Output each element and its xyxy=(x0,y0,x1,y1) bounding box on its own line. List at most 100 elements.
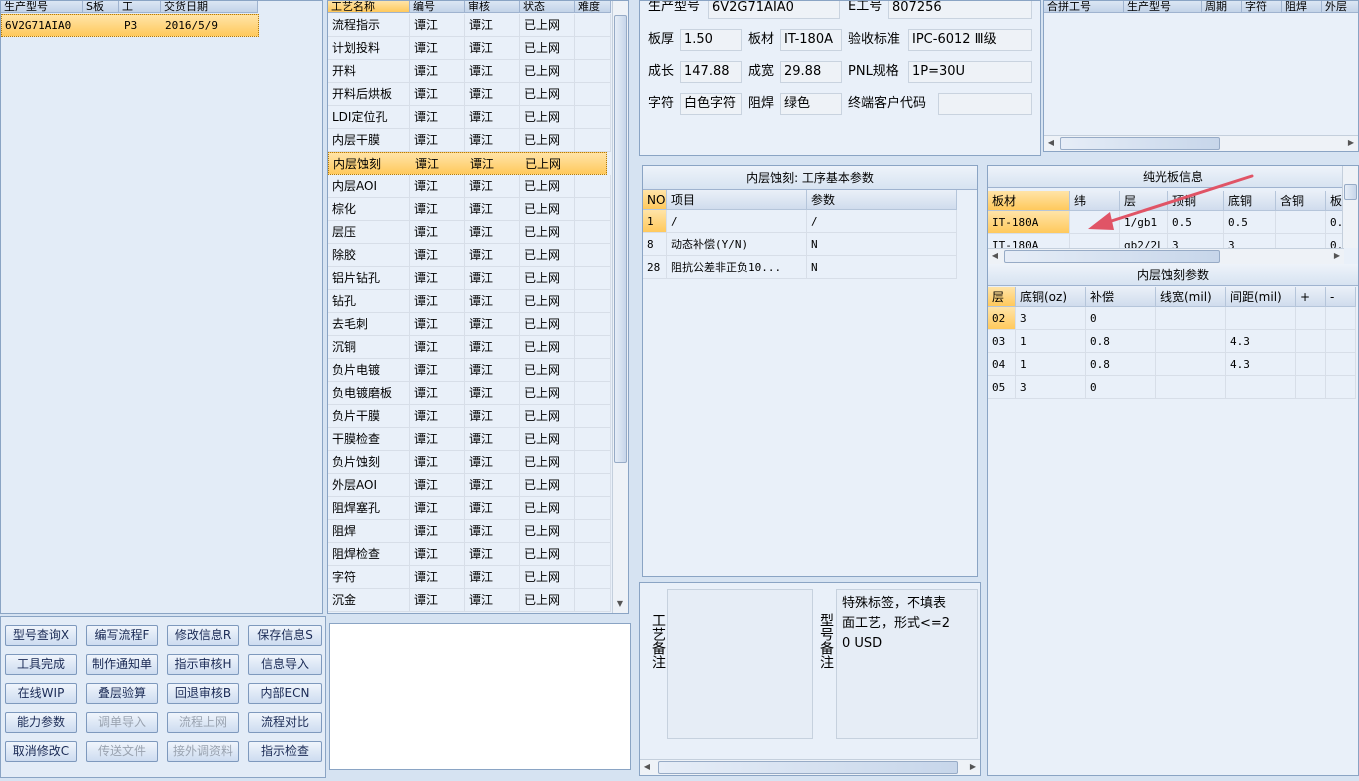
params-grid-cell[interactable]: 1 xyxy=(643,210,667,233)
params-grid-cell[interactable]: N xyxy=(807,256,957,279)
bare-grid-cell[interactable]: gb2/2L xyxy=(1120,234,1168,249)
action-button[interactable]: 指示审核H xyxy=(167,654,239,675)
merge-hscrollbar[interactable]: ◀ ▶ xyxy=(1044,135,1358,151)
bare-scroll-thumb[interactable] xyxy=(1344,184,1357,200)
order-row[interactable]: 6V2G71AIA0 P3 2016/5/9 xyxy=(1,14,259,37)
order-header-model[interactable]: 生产型号 xyxy=(1,1,83,13)
action-button[interactable]: 流程上网 xyxy=(167,712,239,733)
scroll-down-icon[interactable]: ▼ xyxy=(613,597,627,611)
process-row[interactable]: 外层AOI 谭江 谭江 已上网 xyxy=(328,474,611,497)
process-header-review[interactable]: 审核 xyxy=(465,1,520,13)
bare-grid-cell[interactable]: 3 xyxy=(1168,234,1224,249)
process-header-name[interactable]: 工艺名称 xyxy=(328,1,410,13)
bare-grid-cell[interactable]: IT-180A xyxy=(988,211,1070,234)
scroll-left-icon[interactable]: ◀ xyxy=(988,249,1002,263)
process-row[interactable]: 阻焊 谭江 谭江 已上网 xyxy=(328,520,611,543)
params-grid-cell[interactable]: / xyxy=(807,210,957,233)
etch-grid-cell[interactable] xyxy=(1226,307,1296,330)
scroll-right-icon[interactable]: ▶ xyxy=(966,760,980,774)
action-button[interactable]: 编写流程F xyxy=(86,625,158,646)
etch-grid-cell[interactable]: 0.8 xyxy=(1086,353,1156,376)
process-row[interactable]: 层压 谭江 谭江 已上网 xyxy=(328,221,611,244)
params-grid-cell[interactable]: 8 xyxy=(643,233,667,256)
action-button[interactable]: 修改信息R xyxy=(167,625,239,646)
params-grid-cell[interactable]: 28 xyxy=(643,256,667,279)
etch-grid-cell[interactable] xyxy=(1296,353,1326,376)
action-button[interactable]: 流程对比 xyxy=(248,712,322,733)
process-row[interactable]: 开料 谭江 谭江 已上网 xyxy=(328,60,611,83)
process-row[interactable]: LDI定位孔 谭江 谭江 已上网 xyxy=(328,106,611,129)
length-field[interactable]: 147.88 xyxy=(680,61,742,83)
action-button[interactable]: 信息导入 xyxy=(248,654,322,675)
process-row[interactable]: 内层AOI 谭江 谭江 已上网 xyxy=(328,175,611,198)
action-button[interactable]: 制作通知单 xyxy=(86,654,158,675)
etch-grid-cell[interactable]: 3 xyxy=(1016,376,1086,399)
etch-grid-cell[interactable] xyxy=(1326,376,1356,399)
action-button[interactable]: 接外调资料 xyxy=(167,741,239,762)
etch-grid-cell[interactable] xyxy=(1156,330,1226,353)
etch-grid-header[interactable]: 补偿 xyxy=(1086,287,1156,307)
etch-grid-cell[interactable] xyxy=(1326,353,1356,376)
bare-grid-cell[interactable] xyxy=(1276,234,1326,249)
process-row[interactable]: 流程指示 谭江 谭江 已上网 xyxy=(328,14,611,37)
etch-grid-cell[interactable] xyxy=(1296,330,1326,353)
bare-hscrollbar[interactable]: ◀ ▶ xyxy=(988,248,1344,264)
params-grid-cell[interactable]: N xyxy=(807,233,957,256)
merge-header[interactable]: 阻焊 xyxy=(1282,1,1322,13)
etch-grid-cell[interactable]: 04 xyxy=(988,353,1016,376)
bare-grid-cell[interactable] xyxy=(1276,211,1326,234)
bare-grid-header[interactable]: 含铜 xyxy=(1276,191,1326,211)
process-remark-box[interactable] xyxy=(667,589,813,739)
process-row[interactable]: 铝片钻孔 谭江 谭江 已上网 xyxy=(328,267,611,290)
process-header-status[interactable]: 状态 xyxy=(520,1,575,13)
merge-header[interactable]: 外层 xyxy=(1322,1,1358,13)
params-grid-header[interactable]: 项目 xyxy=(667,190,807,210)
etch-grid-cell[interactable]: 0 xyxy=(1086,376,1156,399)
process-row[interactable]: 沉铜 谭江 谭江 已上网 xyxy=(328,336,611,359)
etch-grid-cell[interactable] xyxy=(1156,353,1226,376)
action-button[interactable]: 工具完成 xyxy=(5,654,77,675)
process-row[interactable]: 内层干膜 谭江 谭江 已上网 xyxy=(328,129,611,152)
model-field[interactable]: 6V2G71AIA0 xyxy=(708,1,840,19)
merge-header[interactable]: 字符 xyxy=(1242,1,1282,13)
order-header-work[interactable]: 工 xyxy=(119,1,161,13)
material-field[interactable]: IT-180A xyxy=(780,29,842,51)
merge-header[interactable]: 周期 xyxy=(1202,1,1242,13)
process-row[interactable]: 负片蚀刻 谭江 谭江 已上网 xyxy=(328,451,611,474)
customer-field[interactable] xyxy=(938,93,1032,115)
etch-grid-header[interactable]: 底铜(oz) xyxy=(1016,287,1086,307)
process-row[interactable]: 负电镀磨板 谭江 谭江 已上网 xyxy=(328,382,611,405)
bare-grid-header[interactable]: 板材 xyxy=(988,191,1070,211)
action-button[interactable]: 回退审核B xyxy=(167,683,239,704)
action-button[interactable]: 调单导入 xyxy=(86,712,158,733)
process-header-difficulty[interactable]: 难度 xyxy=(575,1,611,13)
process-row[interactable]: 计划投料 谭江 谭江 已上网 xyxy=(328,37,611,60)
etch-grid-header[interactable]: + xyxy=(1296,287,1326,307)
process-row[interactable]: 去毛刺 谭江 谭江 已上网 xyxy=(328,313,611,336)
action-button[interactable]: 传送文件 xyxy=(86,741,158,762)
process-row[interactable]: 内层蚀刻 谭江 谭江 已上网 xyxy=(328,152,607,175)
etch-grid-header[interactable]: 层 xyxy=(988,287,1016,307)
action-button[interactable]: 型号查询X xyxy=(5,625,77,646)
etch-grid-header[interactable]: 线宽(mil) xyxy=(1156,287,1226,307)
action-button[interactable]: 叠层验算 xyxy=(86,683,158,704)
params-grid-cell[interactable]: / xyxy=(667,210,807,233)
char-field[interactable]: 白色字符 xyxy=(680,93,742,115)
params-grid-header[interactable]: NO xyxy=(643,190,667,210)
scroll-left-icon[interactable]: ◀ xyxy=(640,760,654,774)
etch-grid-cell[interactable]: 3 xyxy=(1016,307,1086,330)
merge-scroll-thumb[interactable] xyxy=(1060,137,1220,150)
process-scroll-thumb[interactable] xyxy=(614,15,627,463)
bare-grid-cell[interactable]: 3 xyxy=(1224,234,1276,249)
etch-grid-cell[interactable] xyxy=(1296,376,1326,399)
mask-field[interactable]: 绿色 xyxy=(780,93,842,115)
etch-grid-cell[interactable] xyxy=(1156,307,1226,330)
params-grid-cell[interactable]: 动态补偿(Y/N) xyxy=(667,233,807,256)
etch-grid-cell[interactable]: 4.3 xyxy=(1226,353,1296,376)
merge-header[interactable]: 合拼工号 xyxy=(1044,1,1124,13)
action-button[interactable]: 保存信息S xyxy=(248,625,322,646)
pnl-field[interactable]: 1P=30U xyxy=(908,61,1032,83)
remarks-scroll-thumb[interactable] xyxy=(658,761,958,774)
process-memo-area[interactable] xyxy=(329,623,631,770)
process-row[interactable]: 负片电镀 谭江 谭江 已上网 xyxy=(328,359,611,382)
